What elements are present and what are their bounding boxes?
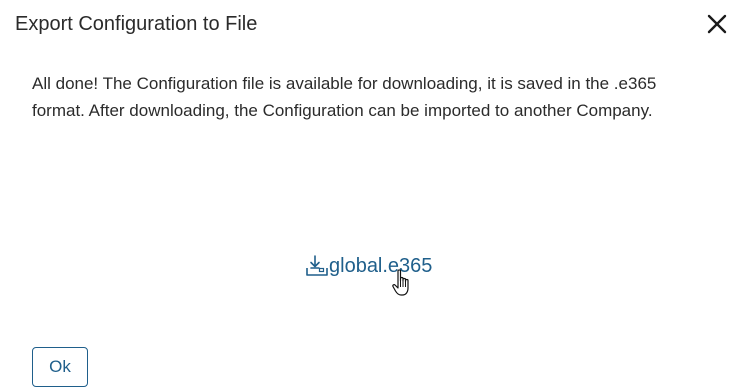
dialog-title: Export Configuration to File [15,13,258,35]
close-button[interactable] [704,11,730,37]
close-icon [707,14,727,34]
download-icon [306,255,328,276]
ok-button[interactable]: Ok [32,347,88,387]
dialog-message: All done! The Configuration file is avai… [32,74,657,120]
download-file-name: global.e365 [329,255,433,277]
export-configuration-dialog: Export Configuration to File All done! T… [0,0,744,392]
download-file-link[interactable]: global.e365 [305,252,432,280]
